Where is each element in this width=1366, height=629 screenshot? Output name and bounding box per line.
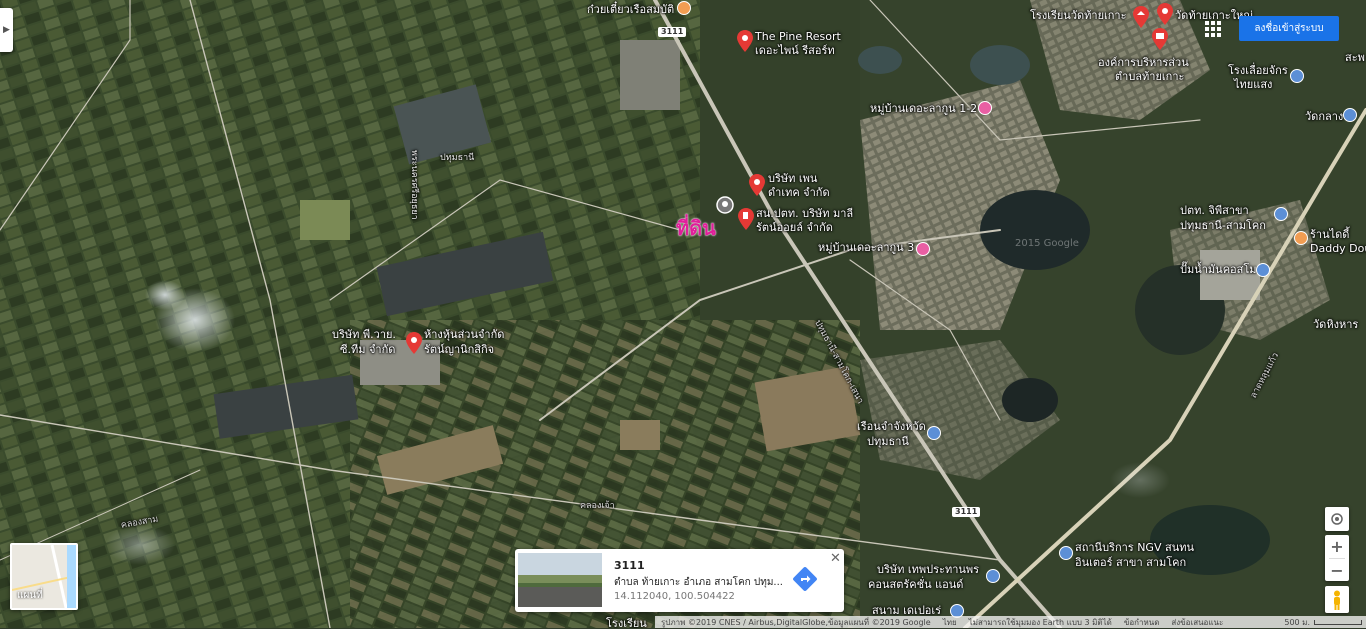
satellite-imagery [0,0,1366,628]
residential-poi-icon[interactable] [916,242,930,256]
map-label-penn-2[interactable]: ดำเทค จำกัด [768,186,830,199]
map-label-village-1-2[interactable]: หมู่บ้านเดอะลากูน 1-2 [870,102,977,115]
map-label-prison[interactable]: เรือนจำจังหวัด [857,420,926,433]
map-label-daddy-2[interactable]: Daddy Dough [1310,242,1366,255]
restaurant-poi-icon[interactable] [1294,231,1308,245]
map-type-toggle[interactable]: แผนที่ [10,543,78,610]
map-label-pine-resort-th[interactable]: เดอะไพน์ รีสอร์ท [755,44,835,57]
location-title: 3111 [614,559,645,572]
map-label-ptt-jipi-2[interactable]: ปทุมธานี-สามโคก [1180,219,1266,232]
directions-icon[interactable] [792,566,818,592]
location-address: ตำบล ท้ายเกาะ อำเภอ สามโคก ปทุม... [614,577,783,588]
location-info-card[interactable]: 3111 ตำบล ท้ายเกาะ อำเภอ สามโคก ปทุม... … [515,549,844,612]
business-poi-icon[interactable] [1290,69,1304,83]
my-location-icon [1331,513,1343,525]
red-pin-icon[interactable] [1157,3,1173,25]
map-footer: รูปภาพ ©2019 CNES / Airbus,DigitalGlobe,… [655,616,1366,628]
scale-bar[interactable]: 500 ม. [1284,616,1362,629]
apps-grid-icon[interactable] [1205,21,1221,37]
map-label-ayutthaya-2: ปทุมธานี [440,153,475,163]
scale-label: 500 ม. [1284,617,1310,627]
school-pin-icon[interactable] [1133,6,1149,28]
pegman-button[interactable] [1325,586,1349,613]
map-label-ngv[interactable]: สถานีบริการ NGV สนทน [1075,541,1194,554]
location-coordinates[interactable]: 14.112040, 100.504422 [614,591,735,602]
road-shield-3111: 3111 [658,27,687,37]
map-label-sapha[interactable]: สะพ [1345,51,1365,64]
temple-poi-icon[interactable] [1343,108,1357,122]
map-label-ngv-2[interactable]: อินเตอร์ สาขา สามโคก [1075,556,1186,569]
ngv-poi-icon[interactable] [1059,546,1073,560]
map-label-pw-2[interactable]: ซี.ทีม จำกัด [340,343,395,356]
map-label-tep-2[interactable]: คอนสตรัคชั่น แอนด์ [868,578,963,591]
map-label-school[interactable]: โรงเรียนวัดท้ายเกาะ [1030,9,1127,22]
map-label-sao[interactable]: องค์การบริหารส่วน [1098,56,1189,69]
land-highlight-label: ที่ดิน [676,216,716,240]
map-label-pw[interactable]: บริษัท พี.วาย. [332,328,396,341]
map-label-ptt-jipi[interactable]: ปตท. จิพีสาขา [1180,204,1249,217]
fuel-poi-icon[interactable] [1256,263,1270,277]
map-label-daddy[interactable]: ร้านไดดี้ [1310,228,1349,241]
collapse-sidepanel-button[interactable]: ▶ [0,8,13,52]
road-shield-3111: 3111 [952,507,981,517]
map-label-wat-klang[interactable]: วัดกลาง [1305,110,1343,123]
map-label-village-3[interactable]: หมู่บ้านเดอะลากูน 3 [818,241,914,254]
satellite-map[interactable]: ก๋วยเตี๋ยวเรือสมบัติ The Pine Resort เดอ… [0,0,1366,628]
map-label-hk[interactable]: ห้างหุ้นส่วนจำกัด [424,328,504,341]
fuel-poi-icon[interactable] [1274,207,1288,221]
feedback-link[interactable]: ส่งข้อเสนอแนะ [1171,616,1223,629]
canal-label-1: คลองเจ้า [580,501,615,511]
zoom-in-button[interactable]: + [1325,535,1349,558]
selected-location-icon[interactable] [716,196,734,214]
scale-bar-line [1314,619,1362,625]
gas-station-pin-icon[interactable] [738,208,754,230]
red-pin-icon[interactable] [749,174,765,196]
business-poi-icon[interactable] [986,569,1000,583]
earth-3d-note: ไม่สามารถใช้มุมมอง Earth แบบ 3 มิติได้ [968,617,1112,627]
restaurant-poi-icon[interactable] [677,1,691,15]
government-pin-icon[interactable] [1152,28,1168,50]
map-label-penn[interactable]: บริษัท เพน [768,172,817,185]
residential-poi-icon[interactable] [978,101,992,115]
map-label-tep[interactable]: บริษัท เทพประทานพร [877,563,979,576]
map-label-sao-2[interactable]: ตำบลท้ายเกาะ [1115,70,1184,83]
map-label-ptt[interactable]: สน.ปตท. บริษัท มาลี [756,207,853,220]
country-link[interactable]: ไทย [943,616,957,629]
map-label-fuel[interactable]: ปั๊มน้ำมันคอสโม [1180,263,1257,276]
red-pin-icon[interactable] [737,30,753,52]
map-label-sawmill[interactable]: โรงเลื่อยจักร [1228,64,1288,77]
pegman-icon [1334,590,1340,610]
map-label-prison-2[interactable]: ปทุมธานี [867,435,909,448]
map-label-hk-2[interactable]: รัตน์ญานิกสิกิจ [424,343,494,356]
my-location-button[interactable] [1325,507,1349,531]
red-pin-icon[interactable] [406,332,422,354]
zoom-control[interactable]: + − [1325,535,1349,581]
map-label-wat-hing[interactable]: วัดหิงหาร [1313,318,1358,331]
zoom-out-button[interactable]: − [1325,559,1349,582]
map-label-pine-resort[interactable]: The Pine Resort [755,30,841,43]
street-view-thumbnail[interactable] [518,553,602,607]
sign-in-button[interactable]: ลงชื่อเข้าสู่ระบบ [1239,16,1339,41]
map-label-noodle-shop[interactable]: ก๋วยเตี๋ยวเรือสมบัติ [587,3,674,16]
map-label-ayutthaya: พระนครศรีอยุธยา [409,150,419,220]
imagery-watermark: 2015 Google [1015,238,1079,249]
imagery-attribution: รูปภาพ ©2019 CNES / Airbus,DigitalGlobe,… [661,617,931,627]
map-label-rongrian[interactable]: โรงเรียน [606,617,647,628]
terms-link[interactable]: ข้อกำหนด [1124,616,1160,629]
chevron-right-icon: ▶ [3,25,10,35]
map-label-ptt-2[interactable]: รัตน์ออยล์ จำกัด [756,221,833,234]
map-label-sawmill-2[interactable]: ไทยแสง [1234,78,1272,91]
close-icon[interactable]: ✕ [830,551,841,566]
government-poi-icon[interactable] [927,426,941,440]
minimap-label: แผนที่ [17,590,43,601]
